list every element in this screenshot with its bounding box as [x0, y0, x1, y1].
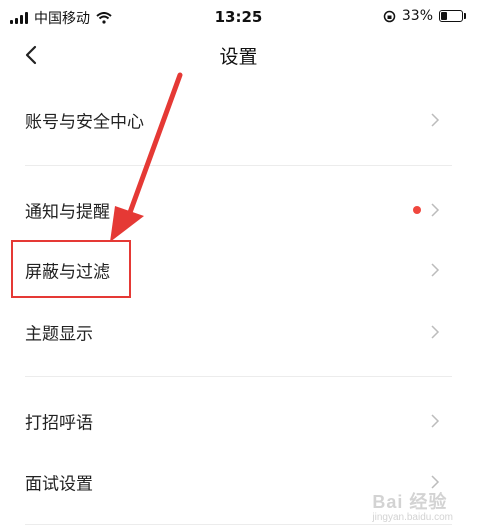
- watermark: Bai 经验 jingyan.baidu.com: [372, 488, 453, 523]
- annotation-arrow-icon: [110, 72, 183, 242]
- watermark-logo: Bai 经验: [372, 492, 448, 512]
- watermark-url: jingyan.baidu.com: [372, 512, 453, 523]
